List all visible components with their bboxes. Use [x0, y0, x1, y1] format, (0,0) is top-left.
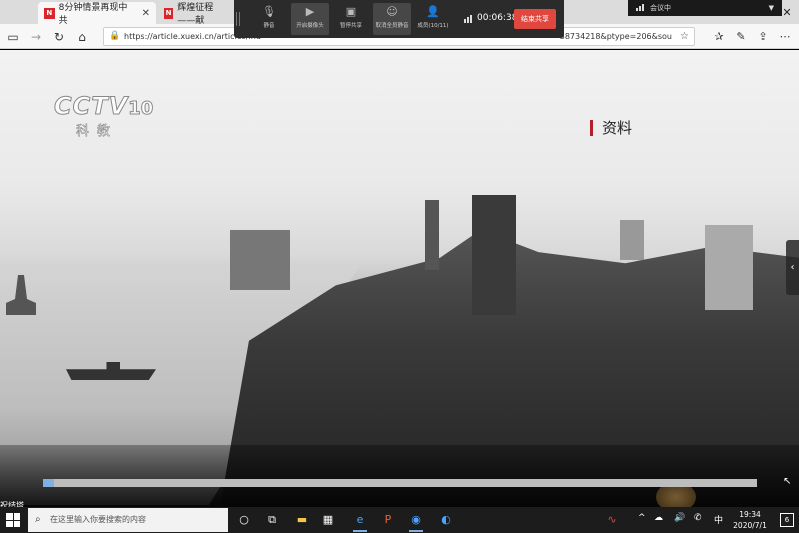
unmute-all-button[interactable]: ☺ 取消全员静音 [373, 3, 411, 35]
pen-icon[interactable]: ✎ [732, 28, 750, 46]
channel-number: 10 [128, 98, 154, 120]
home-icon[interactable]: ⌂ [73, 28, 91, 46]
recording-indicator-icon[interactable]: ∿ [602, 510, 622, 530]
spire [425, 200, 439, 270]
clock-tower [472, 195, 516, 315]
file-explorer-icon[interactable]: ▬ [292, 510, 312, 530]
edge-browser-icon[interactable]: e [350, 510, 370, 532]
taskbar-clock[interactable]: 19:34 2020/7/1 [728, 509, 772, 531]
cloud-icon[interactable]: ☁ [654, 513, 663, 523]
search-placeholder: 在这里输入你要搜索的内容 [50, 515, 146, 524]
clock-date: 2020/7/1 [733, 521, 767, 530]
favorites-list-icon[interactable]: ✰ [710, 28, 728, 46]
task-view-icon[interactable]: ⧉ [262, 510, 282, 530]
channel-name: 科教 [76, 124, 119, 140]
building [230, 230, 290, 290]
favicon-icon: N [164, 7, 174, 19]
video-player[interactable]: CCTV10 科教 资料 ‹ ↖ [0, 50, 799, 507]
meeting-status-pill[interactable]: 会议中 ▼ [628, 0, 782, 16]
forward-icon[interactable]: → [27, 28, 45, 46]
meeting-toolbar: 🎙 静音 ▶ 开启摄像头 ▣ 暂停共享 ☺ 取消全员静音 👤 成员(10/11)… [234, 0, 564, 38]
powerpoint-icon[interactable]: P [378, 510, 398, 530]
mute-button[interactable]: 🎙 静音 [250, 3, 288, 35]
tab-glorious-journey[interactable]: N 辉煌征程——献 [158, 2, 236, 26]
drag-handle[interactable] [236, 12, 240, 26]
video-progress-bar[interactable] [43, 479, 757, 487]
ime-indicator[interactable]: 中 [714, 513, 723, 526]
network-icon[interactable]: ✆ [694, 513, 702, 523]
tab-label: 8分钟情景再现中共 [58, 3, 128, 26]
panel-toggle-chevron-icon[interactable]: ‹ [786, 240, 799, 295]
chevron-down-icon: ▼ [768, 4, 774, 12]
notification-center-icon[interactable]: 6 [780, 513, 794, 527]
meeting-app-icon[interactable]: ◉ [406, 510, 426, 532]
favorite-star-icon[interactable]: ☆ [680, 28, 689, 45]
end-share-button[interactable]: 结束共享 [514, 9, 556, 29]
members-icon: 👤 [426, 5, 440, 18]
meeting-status-label: 会议中 [650, 4, 671, 12]
tab-label: 辉煌征程——献 [177, 3, 214, 26]
share-icon[interactable]: ⇪ [754, 28, 772, 46]
signal-icon [464, 15, 472, 23]
camera-icon: ▶ [305, 5, 315, 18]
channel-logo: CCTV10 科教 [53, 92, 154, 140]
pause-share-icon: ▣ [345, 5, 357, 18]
video-call-app-icon[interactable]: ◐ [436, 510, 456, 530]
video-progress-fill [43, 479, 54, 487]
taskbar: ⌕ 在这里输入你要搜索的内容 ○ ⧉ ▬ ▦ e P ◉ ◐ ∿ ^ ☁ 🔊 ✆… [0, 507, 799, 533]
search-icon: ⌕ [35, 514, 41, 525]
url-tail-text: 38734218&ptype=206&sou [559, 32, 672, 41]
building [620, 220, 644, 260]
start-camera-button[interactable]: ▶ 开启摄像头 [291, 3, 329, 35]
close-tab-icon[interactable]: ✕ [142, 8, 150, 19]
archive-caption-tag: 资料 [590, 120, 632, 136]
volume-icon[interactable]: 🔊 [674, 513, 685, 523]
signal-icon [636, 4, 644, 11]
more-menu-icon[interactable]: ⋯ [776, 28, 794, 46]
building [705, 225, 753, 310]
meeting-timer: 00:06:38 [477, 13, 518, 23]
chevron-up-icon[interactable]: ^ [638, 513, 646, 523]
taskbar-search-box[interactable]: ⌕ 在这里输入你要搜索的内容 [28, 508, 228, 532]
microphone-icon: 🎙 [262, 5, 276, 18]
members-button[interactable]: 👤 成员(10/11) [414, 3, 452, 35]
screen: N 8分钟情景再现中共 ✕ N 辉煌征程——献 ❐ ✕ ▭ → ↻ ⌂ 🔒 ht… [0, 0, 799, 533]
mouse-cursor-icon: ↖ [783, 476, 792, 487]
refresh-icon[interactable]: ↻ [50, 28, 68, 46]
windows-start-icon[interactable] [6, 513, 20, 527]
cortana-icon[interactable]: ○ [234, 510, 254, 530]
tab-video-article[interactable]: N 8分钟情景再现中共 ✕ [38, 2, 156, 26]
clock-time: 19:34 [739, 510, 761, 519]
favicon-icon: N [44, 7, 55, 19]
lock-icon: 🔒 [109, 31, 121, 41]
store-icon[interactable]: ▦ [318, 510, 338, 530]
channel-logo-text: CCTV [53, 92, 129, 121]
sidebar-toggle-icon[interactable]: ▭ [4, 28, 22, 46]
unmute-all-icon: ☺ [386, 5, 398, 18]
pause-share-button[interactable]: ▣ 暂停共享 [332, 3, 370, 35]
